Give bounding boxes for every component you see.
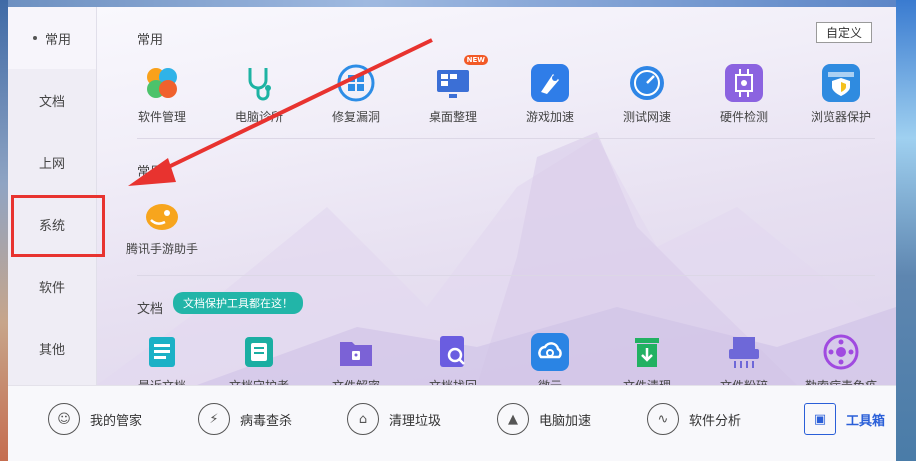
red-arrow-annotation [128,38,433,186]
